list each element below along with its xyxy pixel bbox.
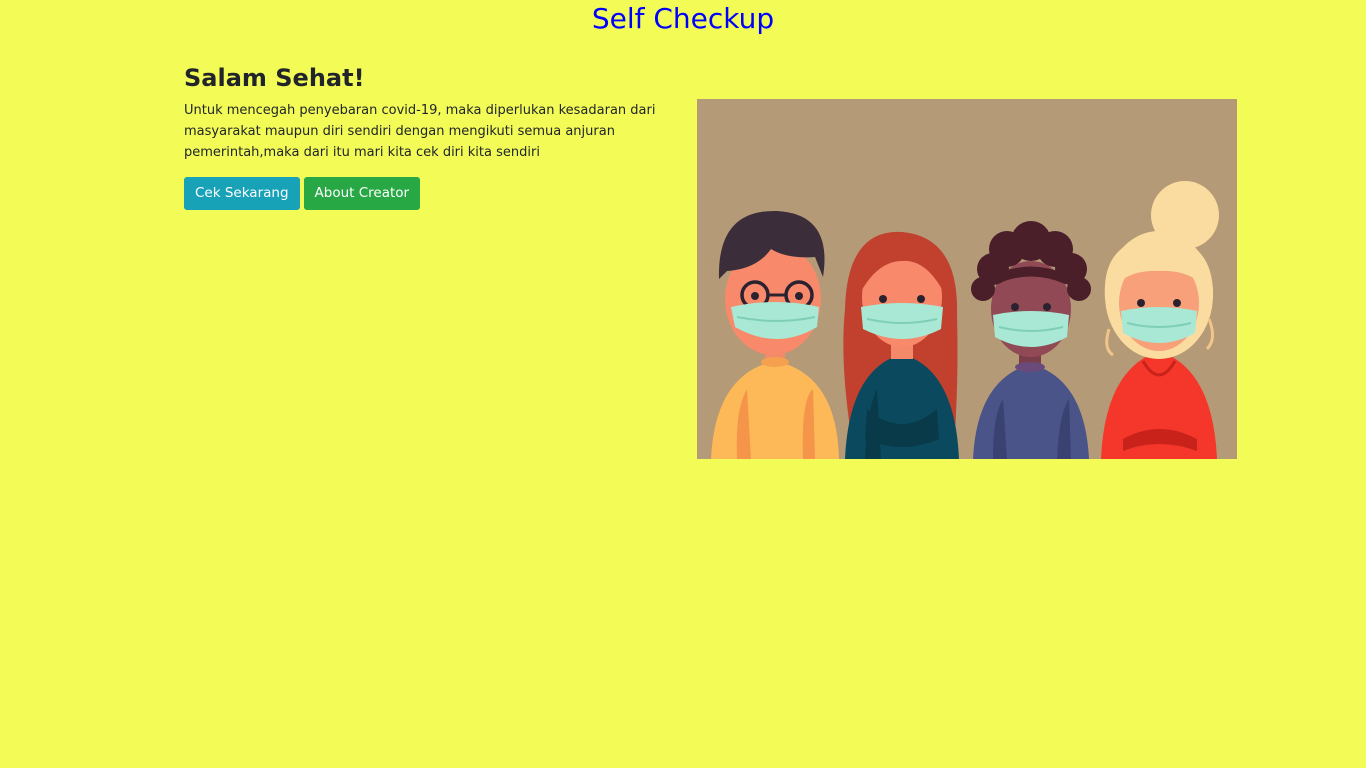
masked-people-illustration <box>697 99 1237 459</box>
hero-heading: Salam Sehat! <box>184 64 365 92</box>
site-title: Self Checkup <box>591 2 775 35</box>
button-row: Cek Sekarang About Creator <box>184 177 664 210</box>
about-creator-button[interactable]: About Creator <box>303 177 421 210</box>
cek-sekarang-button[interactable]: Cek Sekarang <box>184 177 300 210</box>
person-red-hair-icon <box>843 231 959 459</box>
page: Self Checkup Salam Sehat! Untuk mencegah… <box>0 0 1366 768</box>
hero-description: Untuk mencegah penyebaran covid-19, maka… <box>184 103 656 160</box>
hero-text: Salam Sehat! Untuk mencegah penyebaran c… <box>184 60 664 210</box>
